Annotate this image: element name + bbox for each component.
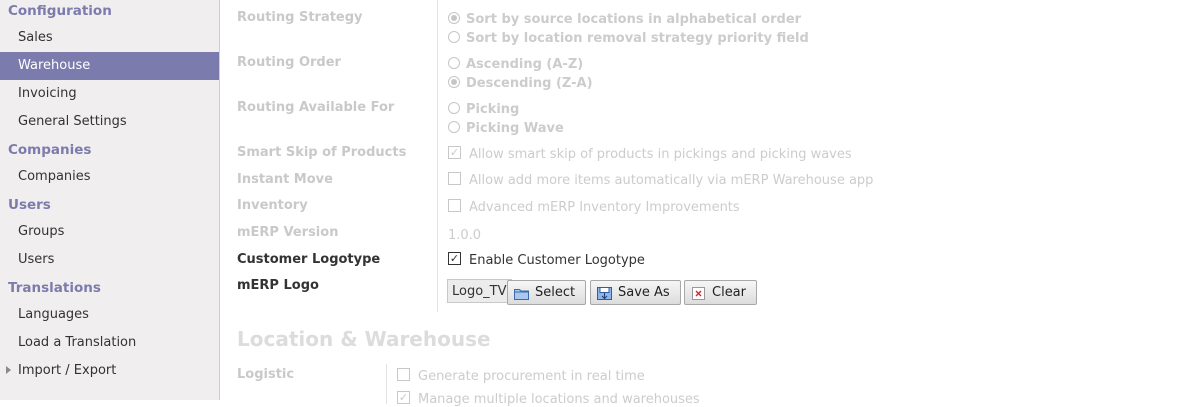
- routing-strategy-option[interactable]: Sort by source locations in alphabetical…: [448, 11, 802, 27]
- option-label: Descending (Z-A): [466, 76, 593, 91]
- routing-available-option[interactable]: Picking Wave: [448, 120, 564, 136]
- button-label: Select: [535, 285, 576, 300]
- warehouse-settings-form: Routing Strategy Sort by source location…: [221, 0, 1200, 407]
- option-label: Picking Wave: [466, 121, 564, 136]
- radio-button[interactable]: [448, 75, 460, 88]
- checkbox-label: Advanced mERP Inventory Improvements: [469, 200, 740, 215]
- sidebar-item-load-translation[interactable]: Load a Translation: [0, 329, 219, 357]
- clear-icon: [691, 285, 706, 300]
- routing-available-option[interactable]: Picking: [448, 101, 520, 117]
- sidebar-section-translations: Translations: [8, 280, 101, 296]
- checkbox[interactable]: ✓: [397, 391, 410, 404]
- column-divider: [386, 364, 387, 404]
- sidebar-item-sales[interactable]: Sales: [0, 24, 219, 52]
- inventory-field[interactable]: Advanced mERP Inventory Improvements: [448, 199, 740, 215]
- checkbox-label: Enable Customer Logotype: [469, 253, 645, 268]
- routing-order-option[interactable]: Descending (Z-A): [448, 75, 593, 91]
- inventory-label: Inventory: [237, 198, 308, 213]
- customer-logotype-label: Customer Logotype: [237, 252, 381, 267]
- radio-button[interactable]: [448, 120, 460, 133]
- routing-order-label: Routing Order: [237, 55, 341, 70]
- checkbox[interactable]: [448, 172, 461, 185]
- customer-logotype-field[interactable]: ✓ Enable Customer Logotype: [448, 252, 645, 268]
- sidebar-item-languages[interactable]: Languages: [0, 301, 219, 329]
- checkbox[interactable]: [397, 368, 410, 381]
- sidebar-item-invoicing[interactable]: Invoicing: [0, 80, 219, 108]
- logistic-label: Logistic: [237, 367, 295, 382]
- smart-skip-field[interactable]: ✓ Allow smart skip of products in picking…: [448, 146, 852, 162]
- routing-order-option[interactable]: Ascending (A-Z): [448, 56, 584, 72]
- checkbox[interactable]: [448, 199, 461, 212]
- sidebar-section-companies: Companies: [8, 142, 92, 158]
- instant-move-field[interactable]: Allow add more items automatically via m…: [448, 172, 874, 188]
- button-label: Save As: [618, 285, 670, 300]
- checkbox[interactable]: ✓: [448, 252, 461, 265]
- sidebar-item-general-settings[interactable]: General Settings: [0, 108, 219, 136]
- save-as-button[interactable]: Save As: [590, 280, 681, 305]
- column-divider: [437, 0, 438, 312]
- merp-version-label: mERP Version: [237, 225, 339, 240]
- folder-icon: [514, 285, 529, 300]
- radio-button[interactable]: [448, 11, 460, 24]
- sidebar-item-companies[interactable]: Companies: [0, 163, 219, 191]
- radio-button[interactable]: [448, 56, 460, 69]
- option-label: Picking: [466, 102, 520, 117]
- smart-skip-label: Smart Skip of Products: [237, 145, 407, 160]
- sidebar-item-groups[interactable]: Groups: [0, 218, 219, 246]
- option-label: Sort by source locations in alphabetical…: [466, 12, 802, 27]
- settings-sidebar: Configuration Sales Warehouse Invoicing …: [0, 0, 220, 400]
- logistic-option[interactable]: Generate procurement in real time: [397, 368, 645, 384]
- save-icon: [597, 285, 612, 300]
- section-title: Location & Warehouse: [237, 327, 491, 351]
- radio-button[interactable]: [448, 101, 460, 114]
- checkbox[interactable]: ✓: [448, 146, 461, 159]
- select-button[interactable]: Select: [507, 280, 587, 305]
- merp-logo-label: mERP Logo: [237, 278, 319, 293]
- option-label: Sort by location removal strategy priori…: [466, 31, 809, 46]
- caret-right-icon[interactable]: [6, 365, 11, 374]
- button-label: Clear: [712, 285, 746, 300]
- merp-version-value: 1.0.0: [448, 228, 482, 243]
- sidebar-section-users: Users: [8, 197, 51, 213]
- checkbox-label: Generate procurement in real time: [418, 369, 645, 384]
- logo-filename-field: Logo_TV: [447, 279, 512, 303]
- routing-available-for-label: Routing Available For: [237, 100, 395, 115]
- checkbox-label: Allow add more items automatically via m…: [469, 173, 874, 188]
- sidebar-item-warehouse[interactable]: Warehouse: [0, 52, 219, 80]
- radio-button[interactable]: [448, 30, 460, 43]
- sidebar-section-configuration: Configuration: [8, 3, 112, 19]
- sidebar-item-label: Import / Export: [18, 363, 117, 378]
- sidebar-item-users[interactable]: Users: [0, 246, 219, 274]
- clear-button[interactable]: Clear: [684, 280, 757, 305]
- routing-strategy-option[interactable]: Sort by location removal strategy priori…: [448, 30, 809, 46]
- option-label: Ascending (A-Z): [466, 57, 584, 72]
- routing-strategy-label: Routing Strategy: [237, 10, 363, 25]
- checkbox-label: Allow smart skip of products in pickings…: [469, 147, 852, 162]
- sidebar-item-import-export[interactable]: Import / Export: [0, 357, 219, 385]
- instant-move-label: Instant Move: [237, 172, 333, 187]
